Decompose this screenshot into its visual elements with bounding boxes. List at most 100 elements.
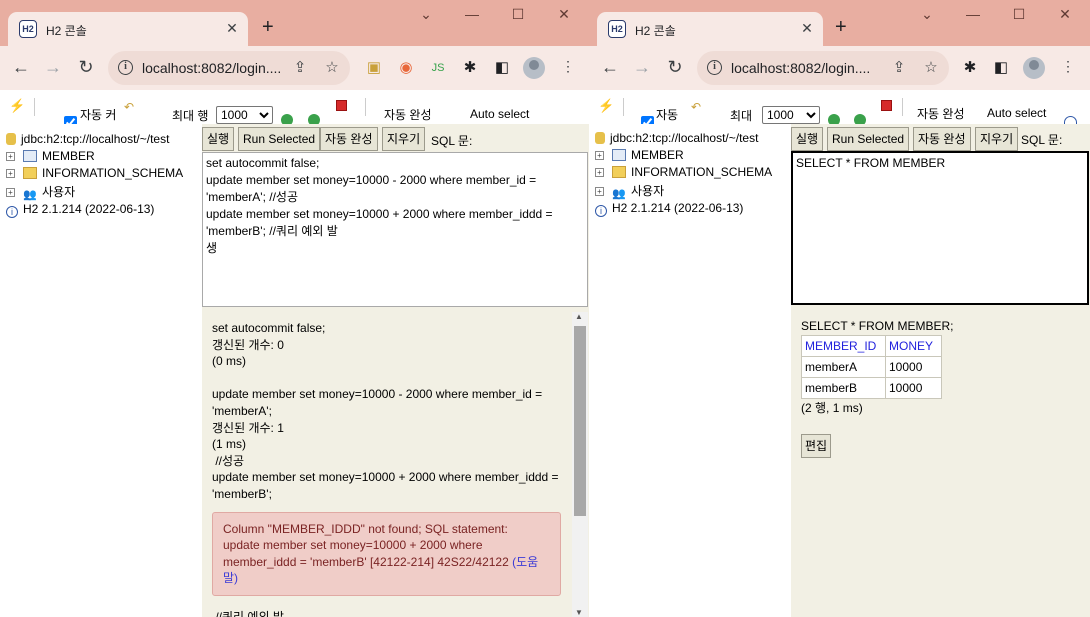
back-icon[interactable]: ←: [599, 56, 621, 78]
toolbar-divider: [365, 98, 366, 116]
sql-editor[interactable]: SELECT * FROM MEMBER: [791, 151, 1089, 305]
omnibox[interactable]: i localhost:8082/login.... ⇪ ☆: [108, 51, 350, 85]
side-panel-icon[interactable]: ◧: [492, 58, 512, 78]
result-table: MEMBER_ID MONEY memberA 10000 memberB 10…: [801, 335, 942, 399]
autocommit-label: 자동: [656, 108, 679, 122]
expand-icon[interactable]: +: [6, 152, 15, 161]
tree-connection[interactable]: jdbc:h2:tcp://localhost/~/test: [595, 131, 758, 145]
run-selected-button[interactable]: Run Selected: [238, 127, 321, 151]
disconnect-icon[interactable]: ⚡: [598, 98, 614, 114]
output-line: (1 ms): [212, 437, 246, 452]
browser-window-left: H2 H2 콘솔 ✕ + ⌄ — ☐ ✕ ← → ↻ i localhost:8…: [0, 0, 589, 617]
tab-title: H2 콘솔: [46, 24, 87, 38]
column-header-member-id[interactable]: MEMBER_ID: [801, 335, 886, 357]
run-selected-button[interactable]: Run Selected: [827, 127, 910, 151]
autocomplete-label: 자동 완성: [384, 108, 432, 122]
extensions-puzzle-icon[interactable]: ✱: [960, 58, 980, 78]
stop-icon[interactable]: [336, 100, 347, 111]
menu-kebab-icon[interactable]: ⋮: [1061, 59, 1075, 73]
minimize-button[interactable]: —: [462, 6, 482, 22]
run-button[interactable]: 실행: [202, 127, 235, 151]
maxrows-select[interactable]: 1000: [216, 106, 273, 124]
result-output: set autocommit false; 갱신된 개수: 0 (0 ms) u…: [212, 320, 562, 617]
autocomplete-label: 자동 완성: [917, 107, 965, 121]
side-panel-icon[interactable]: ◧: [991, 58, 1011, 78]
tab-close-icon[interactable]: ✕: [224, 20, 240, 36]
scroll-up-arrow-icon[interactable]: ▲: [575, 312, 583, 321]
expand-icon[interactable]: +: [595, 168, 604, 177]
tree-item-users[interactable]: + 👥 사용자: [6, 183, 75, 201]
tree-item-member[interactable]: + MEMBER: [595, 148, 684, 162]
reload-icon[interactable]: ↻: [75, 56, 97, 78]
scroll-down-arrow-icon[interactable]: ▼: [575, 608, 583, 617]
query-panel: 실행 Run Selected 자동 완성 지우기 SQL 문: set aut…: [202, 124, 589, 617]
output-line: //쿼리 예외 발: [212, 609, 284, 617]
database-icon: [6, 133, 16, 145]
clear-button[interactable]: 지우기: [382, 127, 426, 151]
tab-strip: H2 H2 콘솔 ✕ + ⌄ — ☐ ✕: [0, 0, 589, 46]
maxrows-select[interactable]: 1000: [762, 106, 820, 124]
autocomplete-button[interactable]: 자동 완성: [913, 127, 971, 151]
tab-close-icon[interactable]: ✕: [799, 20, 815, 36]
scrollbar-thumb[interactable]: [574, 326, 586, 516]
profile-avatar[interactable]: [1023, 57, 1045, 79]
back-icon[interactable]: ←: [10, 56, 32, 78]
extension-image-icon[interactable]: ▣: [364, 58, 384, 78]
tab-search-icon[interactable]: ⌄: [917, 6, 937, 23]
edit-button[interactable]: 편집: [801, 434, 832, 458]
close-window-button[interactable]: ✕: [1055, 6, 1075, 23]
share-icon[interactable]: ⇪: [889, 58, 909, 76]
forward-icon[interactable]: →: [42, 56, 64, 78]
autocomplete-button[interactable]: 자동 완성: [320, 127, 378, 151]
query-panel: 실행 Run Selected 자동 완성 지우기 SQL 문: SELECT …: [791, 124, 1090, 617]
tab-search-icon[interactable]: ⌄: [416, 6, 436, 23]
tree-connection[interactable]: jdbc:h2:tcp://localhost/~/test: [6, 132, 169, 146]
tab-title: H2 콘솔: [635, 24, 676, 38]
site-info-icon[interactable]: i: [118, 60, 133, 75]
maximize-button[interactable]: ☐: [1009, 6, 1029, 23]
browser-tab[interactable]: H2 H2 콘솔 ✕: [8, 12, 248, 46]
rollback-icon[interactable]: ↶: [124, 100, 134, 114]
tree-item-member[interactable]: + MEMBER: [6, 149, 95, 163]
reload-icon[interactable]: ↻: [664, 56, 686, 78]
close-window-button[interactable]: ✕: [554, 6, 574, 23]
output-line: 갱신된 개수: 1: [212, 420, 284, 435]
tree-item-information-schema[interactable]: + INFORMATION_SCHEMA: [595, 165, 772, 179]
tree-item-users[interactable]: + 👥 사용자: [595, 182, 664, 200]
new-tab-button[interactable]: +: [835, 16, 847, 38]
menu-kebab-icon[interactable]: ⋮: [561, 59, 575, 73]
extensions-puzzle-icon[interactable]: ✱: [460, 58, 480, 78]
bookmark-star-icon[interactable]: ☆: [921, 58, 941, 76]
sql-editor[interactable]: set autocommit false; update member set …: [202, 152, 588, 307]
expand-icon[interactable]: +: [6, 169, 15, 178]
share-icon[interactable]: ⇪: [290, 58, 310, 76]
extension-pocket-icon[interactable]: ◉: [396, 58, 416, 78]
expand-icon[interactable]: +: [595, 187, 604, 196]
stop-icon[interactable]: [881, 100, 892, 111]
expand-icon[interactable]: +: [595, 151, 604, 160]
forward-icon[interactable]: →: [631, 56, 653, 78]
folder-icon: [612, 166, 626, 178]
url-text: localhost:8082/login....: [142, 60, 282, 76]
tree-item-information-schema[interactable]: + INFORMATION_SCHEMA: [6, 166, 183, 180]
expand-icon[interactable]: +: [6, 188, 15, 197]
site-info-icon[interactable]: i: [707, 60, 722, 75]
result-scrollbar[interactable]: ▲ ▼: [572, 312, 588, 617]
folder-icon: [23, 167, 37, 179]
column-header-money[interactable]: MONEY: [885, 335, 942, 357]
info-icon: i: [595, 205, 607, 217]
extension-js-icon[interactable]: JS: [428, 58, 448, 78]
autocommit-label: 자동 커: [80, 108, 117, 122]
minimize-button[interactable]: —: [963, 6, 983, 22]
run-button[interactable]: 실행: [791, 127, 824, 151]
omnibox[interactable]: i localhost:8082/login.... ⇪ ☆: [697, 51, 949, 85]
profile-avatar[interactable]: [523, 57, 545, 79]
clear-button[interactable]: 지우기: [975, 127, 1019, 151]
maximize-button[interactable]: ☐: [508, 6, 528, 23]
new-tab-button[interactable]: +: [262, 16, 274, 38]
rollback-icon[interactable]: ↶: [691, 100, 701, 114]
database-icon: [595, 132, 605, 144]
bookmark-star-icon[interactable]: ☆: [322, 58, 342, 76]
disconnect-icon[interactable]: ⚡: [9, 98, 25, 114]
browser-tab[interactable]: H2 H2 콘솔 ✕: [597, 12, 823, 46]
